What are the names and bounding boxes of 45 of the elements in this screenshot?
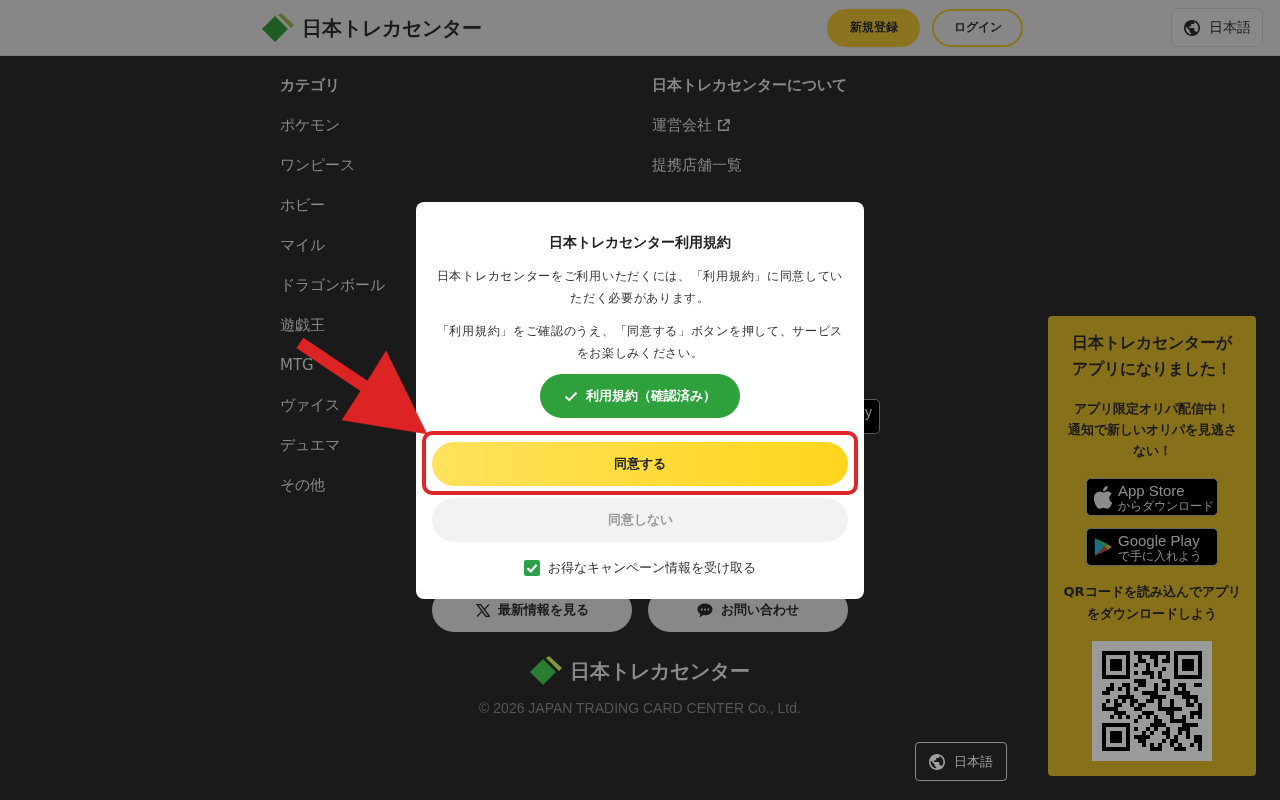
- footer-link[interactable]: ポケモン: [280, 114, 340, 136]
- footer-link[interactable]: ドラゴンボール: [280, 274, 385, 296]
- dialog-text: 「利用規約」をご確認のうえ、「同意する」ボタンを押して、サービスをお楽しみください。: [435, 323, 845, 362]
- language-button[interactable]: 日本語: [915, 742, 1007, 781]
- dialog-title: 日本トレカセンター利用規約: [549, 233, 731, 252]
- footer-heading: 日本トレカセンターについて: [652, 75, 847, 96]
- site-logo-text[interactable]: 日本トレカセンター: [570, 657, 750, 685]
- footer-link[interactable]: マイル: [280, 234, 325, 256]
- footer-link[interactable]: MTG: [280, 354, 314, 376]
- x-logo-icon: [475, 603, 490, 617]
- footer-heading: カテゴリ: [280, 75, 340, 96]
- apple-icon: [1094, 485, 1112, 509]
- language-button[interactable]: 日本語: [1171, 8, 1263, 47]
- globe-icon: [929, 753, 945, 770]
- diamond-logo-icon: [530, 656, 562, 686]
- footer-link[interactable]: 運営会社: [652, 114, 730, 136]
- play-triangle-icon: [1094, 536, 1112, 558]
- banner-text: 通知で新しいオリパを見逃さない！: [1066, 421, 1238, 460]
- check-icon: [564, 390, 578, 402]
- chat-bubble-icon: [697, 602, 713, 618]
- store-badge[interactable]: Google Play で手に入れよう: [1086, 528, 1218, 566]
- signup-button[interactable]: 新規登録: [827, 8, 920, 47]
- store-badge[interactable]: y: [864, 399, 880, 434]
- footer-link[interactable]: ワンピース: [280, 154, 355, 176]
- checkbox-label: お得なキャンペーン情報を受け取る: [548, 559, 756, 577]
- site-logo-text[interactable]: 日本トレカセンター: [302, 13, 482, 42]
- terms-link-button[interactable]: 利用規約（確認済み）: [540, 374, 740, 418]
- footer-link[interactable]: デュエマ: [280, 434, 340, 456]
- footer-link[interactable]: 遊戯王: [280, 314, 325, 336]
- footer-link[interactable]: その他: [280, 474, 325, 496]
- store-badge[interactable]: App Store からダウンロード: [1086, 478, 1218, 516]
- decline-button[interactable]: 同意しない: [432, 498, 848, 542]
- globe-icon: [1183, 19, 1200, 36]
- footer-link[interactable]: ホビー: [280, 194, 325, 216]
- diamond-logo-icon: [262, 12, 294, 43]
- banner-text: QRコードを読み込んでアプリをダウンロードしよう: [1062, 583, 1242, 623]
- checkbox[interactable]: [524, 560, 540, 576]
- banner-text: アプリ限定オリパ配信中！: [1074, 400, 1230, 418]
- banner-title: 日本トレカセンターがアプリになりました！: [1072, 333, 1232, 380]
- copyright-text: © 2026 JAPAN TRADING CARD CENTER Co., Ltd.: [479, 699, 801, 718]
- agree-button[interactable]: 同意する: [432, 442, 848, 486]
- login-button[interactable]: ログイン: [932, 8, 1023, 47]
- dialog-text: 日本トレカセンターをご利用いただくには、「利用規約」に同意していただく必要があります。: [435, 268, 845, 307]
- footer-link[interactable]: 提携店舗一覧: [652, 154, 742, 176]
- footer-link[interactable]: ヴァイス: [280, 394, 340, 416]
